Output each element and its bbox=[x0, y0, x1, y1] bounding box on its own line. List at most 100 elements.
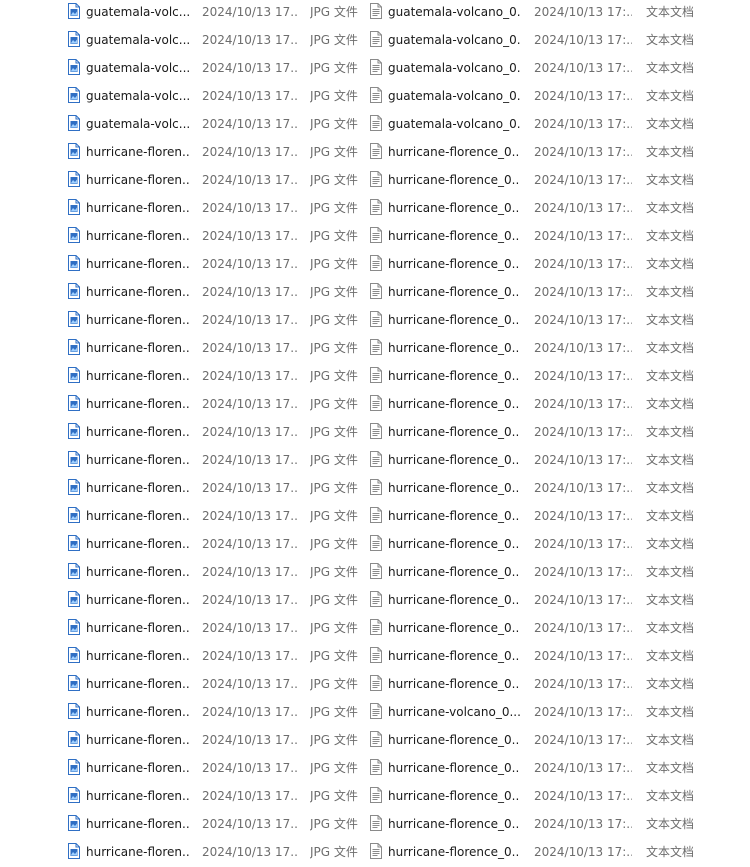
file-name[interactable]: guatemala-volcano_0... bbox=[388, 27, 520, 55]
file-name[interactable]: hurricane-florence_0... bbox=[388, 195, 520, 223]
file-row[interactable]: hurricane-floren... 2024/10/13 17... JPG 文… bbox=[0, 727, 750, 755]
file-name[interactable]: hurricane-florence_0... bbox=[388, 503, 520, 531]
file-row[interactable]: guatemala-volc... 2024/10/13 17... JPG 文件 g… bbox=[0, 83, 750, 111]
text-document-icon bbox=[370, 507, 382, 523]
file-name[interactable]: guatemala-volc... bbox=[86, 27, 190, 55]
file-name[interactable]: hurricane-florence_0... bbox=[388, 475, 520, 503]
file-name[interactable]: hurricane-floren... bbox=[86, 223, 190, 251]
file-row[interactable]: guatemala-volc... 2024/10/13 17... JPG 文件 g… bbox=[0, 0, 750, 27]
file-name[interactable]: hurricane-florence_0... bbox=[388, 335, 520, 363]
file-name[interactable]: hurricane-floren... bbox=[86, 447, 190, 475]
file-name[interactable]: hurricane-florence_0... bbox=[388, 811, 520, 839]
file-name[interactable]: guatemala-volcano_0... bbox=[388, 55, 520, 83]
file-row[interactable]: hurricane-floren... 2024/10/13 17... JPG 文… bbox=[0, 419, 750, 447]
file-name[interactable]: hurricane-floren... bbox=[86, 391, 190, 419]
file-row[interactable]: hurricane-floren... 2024/10/13 17... JPG 文… bbox=[0, 671, 750, 699]
jpg-image-file-icon bbox=[68, 143, 80, 159]
file-row[interactable]: guatemala-volc... 2024/10/13 17... JPG 文件 g… bbox=[0, 55, 750, 83]
file-name[interactable]: hurricane-florence_0... bbox=[388, 783, 520, 811]
file-name[interactable]: hurricane-florence_0... bbox=[388, 531, 520, 559]
file-name[interactable]: guatemala-volcano_0... bbox=[388, 0, 520, 27]
file-name[interactable]: guatemala-volc... bbox=[86, 0, 190, 27]
file-row[interactable]: hurricane-floren... 2024/10/13 17... JPG 文… bbox=[0, 559, 750, 587]
file-name[interactable]: hurricane-florence_0... bbox=[388, 615, 520, 643]
file-name[interactable]: hurricane-floren... bbox=[86, 699, 190, 727]
file-name[interactable]: hurricane-floren... bbox=[86, 195, 190, 223]
file-name[interactable]: hurricane-floren... bbox=[86, 643, 190, 671]
file-name[interactable]: hurricane-floren... bbox=[86, 503, 190, 531]
file-name[interactable]: hurricane-floren... bbox=[86, 335, 190, 363]
file-name[interactable]: hurricane-floren... bbox=[86, 279, 190, 307]
file-name[interactable]: hurricane-florence_0... bbox=[388, 559, 520, 587]
file-name[interactable]: hurricane-florence_0... bbox=[388, 839, 520, 867]
file-name[interactable]: hurricane-florence_0... bbox=[388, 279, 520, 307]
file-name[interactable]: hurricane-florence_0... bbox=[388, 139, 520, 167]
file-row[interactable]: guatemala-volc... 2024/10/13 17... JPG 文件 g… bbox=[0, 27, 750, 55]
file-row[interactable]: hurricane-floren... 2024/10/13 17... JPG 文… bbox=[0, 279, 750, 307]
file-name[interactable]: hurricane-floren... bbox=[86, 559, 190, 587]
file-name[interactable]: hurricane-floren... bbox=[86, 727, 190, 755]
file-row[interactable]: hurricane-floren... 2024/10/13 17... JPG 文… bbox=[0, 615, 750, 643]
jpg-image-file-icon bbox=[68, 451, 80, 467]
file-name[interactable]: hurricane-florence_0... bbox=[388, 447, 520, 475]
file-row[interactable]: hurricane-floren... 2024/10/13 17... JPG 文… bbox=[0, 363, 750, 391]
file-row[interactable]: hurricane-floren... 2024/10/13 17... JPG 文… bbox=[0, 139, 750, 167]
file-row[interactable]: hurricane-floren... 2024/10/13 17... JPG 文… bbox=[0, 447, 750, 475]
file-name[interactable]: hurricane-floren... bbox=[86, 251, 190, 279]
file-name[interactable]: hurricane-florence_0... bbox=[388, 167, 520, 195]
file-row[interactable]: hurricane-floren... 2024/10/13 17... JPG 文… bbox=[0, 587, 750, 615]
file-name[interactable]: hurricane-florence_0... bbox=[388, 587, 520, 615]
file-row[interactable]: hurricane-floren... 2024/10/13 17... JPG 文… bbox=[0, 839, 750, 867]
file-name[interactable]: hurricane-florence_0... bbox=[388, 671, 520, 699]
file-row[interactable]: hurricane-floren... 2024/10/13 17... JPG 文… bbox=[0, 503, 750, 531]
file-name[interactable]: hurricane-floren... bbox=[86, 419, 190, 447]
file-name[interactable]: hurricane-floren... bbox=[86, 139, 190, 167]
file-name[interactable]: hurricane-florence_0... bbox=[388, 643, 520, 671]
file-name[interactable]: guatemala-volcano_0... bbox=[388, 83, 520, 111]
file-date: 2024/10/13 17:... bbox=[534, 481, 632, 495]
file-name[interactable]: hurricane-floren... bbox=[86, 167, 190, 195]
file-row[interactable]: hurricane-floren... 2024/10/13 17... JPG 文… bbox=[0, 783, 750, 811]
file-row[interactable]: hurricane-floren... 2024/10/13 17... JPG 文… bbox=[0, 223, 750, 251]
file-name[interactable]: hurricane-florence_0... bbox=[388, 223, 520, 251]
text-document-icon bbox=[370, 591, 382, 607]
file-row[interactable]: hurricane-floren... 2024/10/13 17... JPG 文… bbox=[0, 195, 750, 223]
file-name[interactable]: hurricane-floren... bbox=[86, 755, 190, 783]
file-row[interactable]: hurricane-floren... 2024/10/13 17... JPG 文… bbox=[0, 307, 750, 335]
file-name[interactable]: hurricane-florence_0... bbox=[388, 391, 520, 419]
file-name[interactable]: hurricane-floren... bbox=[86, 671, 190, 699]
file-name[interactable]: hurricane-floren... bbox=[86, 363, 190, 391]
file-row[interactable]: hurricane-floren... 2024/10/13 17... JPG 文… bbox=[0, 475, 750, 503]
file-type: JPG 文件 bbox=[310, 285, 358, 299]
file-row[interactable]: hurricane-floren... 2024/10/13 17... JPG 文… bbox=[0, 643, 750, 671]
file-name[interactable]: hurricane-floren... bbox=[86, 811, 190, 839]
file-name[interactable]: guatemala-volc... bbox=[86, 55, 190, 83]
file-row[interactable]: hurricane-floren... 2024/10/13 17... JPG 文… bbox=[0, 335, 750, 363]
file-name[interactable]: hurricane-florence_0... bbox=[388, 251, 520, 279]
file-row[interactable]: hurricane-floren... 2024/10/13 17... JPG 文… bbox=[0, 167, 750, 195]
file-name[interactable]: hurricane-florence_0... bbox=[388, 419, 520, 447]
file-name[interactable]: guatemala-volc... bbox=[86, 83, 190, 111]
file-type: JPG 文件 bbox=[310, 257, 358, 271]
file-name[interactable]: hurricane-florence_0... bbox=[388, 727, 520, 755]
file-name[interactable]: hurricane-florence_0... bbox=[388, 307, 520, 335]
file-name[interactable]: guatemala-volc... bbox=[86, 111, 190, 139]
file-name[interactable]: hurricane-volcano_0... bbox=[388, 699, 520, 727]
file-name[interactable]: hurricane-floren... bbox=[86, 587, 190, 615]
file-row[interactable]: hurricane-floren... 2024/10/13 17... JPG 文… bbox=[0, 391, 750, 419]
file-row[interactable]: hurricane-floren... 2024/10/13 17... JPG 文… bbox=[0, 699, 750, 727]
file-name[interactable]: hurricane-florence_0... bbox=[388, 363, 520, 391]
file-name[interactable]: hurricane-florence_0... bbox=[388, 755, 520, 783]
file-row[interactable]: guatemala-volc... 2024/10/13 17... JPG 文件 g… bbox=[0, 111, 750, 139]
file-name[interactable]: hurricane-floren... bbox=[86, 783, 190, 811]
file-row[interactable]: hurricane-floren... 2024/10/13 17... JPG 文… bbox=[0, 811, 750, 839]
file-name[interactable]: hurricane-floren... bbox=[86, 475, 190, 503]
file-row[interactable]: hurricane-floren... 2024/10/13 17... JPG 文… bbox=[0, 755, 750, 783]
file-name[interactable]: hurricane-floren... bbox=[86, 615, 190, 643]
file-name[interactable]: hurricane-floren... bbox=[86, 307, 190, 335]
file-row[interactable]: hurricane-floren... 2024/10/13 17... JPG 文… bbox=[0, 531, 750, 559]
file-name[interactable]: hurricane-floren... bbox=[86, 839, 190, 867]
file-name[interactable]: guatemala-volcano_0... bbox=[388, 111, 520, 139]
file-name[interactable]: hurricane-floren... bbox=[86, 531, 190, 559]
file-row[interactable]: hurricane-floren... 2024/10/13 17... JPG 文… bbox=[0, 251, 750, 279]
